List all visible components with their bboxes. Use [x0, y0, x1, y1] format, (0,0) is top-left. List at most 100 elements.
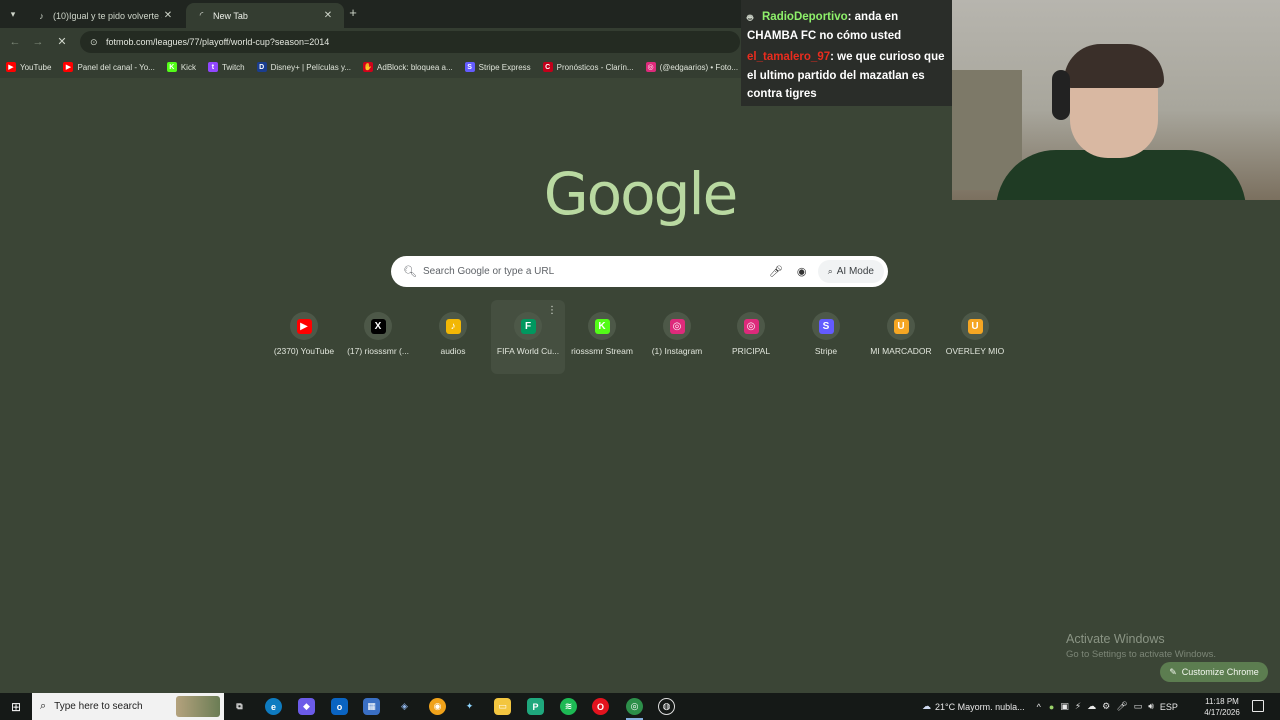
shortcut-label: PRICIPAL — [731, 346, 771, 356]
close-icon[interactable]: ✕ — [162, 10, 174, 21]
shortcut-tile[interactable]: F FIFA World Cu... ⋮ — [491, 300, 565, 374]
chat-username: el_tamalero_97 — [747, 51, 831, 63]
more-options-icon[interactable]: ⋮ — [547, 305, 557, 316]
activate-windows-watermark: Activate Windows Go to Settings to activ… — [1066, 632, 1216, 660]
shortcut-tile[interactable]: ▶ (2370) YouTube — [267, 300, 341, 374]
tab-tiktok[interactable]: ♪ (10)Igual y te pido volverte a m ✕ — [26, 3, 184, 28]
shortcut-tile[interactable]: ◎ (1) Instagram — [640, 300, 714, 374]
bookmark-label: Pronósticos - Clarín... — [556, 62, 634, 72]
shortcut-tile[interactable]: ♪ audios — [416, 300, 490, 374]
clock[interactable]: 11:18 PM 4/17/2026 — [1200, 696, 1244, 718]
shortcut-tile[interactable]: U OVERLEY MIO — [938, 300, 1012, 374]
network-icon[interactable]: ▭ — [1134, 701, 1143, 712]
tray-app-icon[interactable]: ⚙ — [1102, 701, 1110, 712]
shortcuts-grid: ▶ (2370) YouTube X (17) riosssmr (... ♪ audio… — [267, 300, 1017, 374]
volume-icon[interactable]: 🔊︎ — [1148, 701, 1154, 712]
bookmark-item[interactable]: t Twitch — [207, 62, 245, 72]
bookmark-item[interactable]: K Kick — [166, 62, 196, 72]
tray-app-icon[interactable]: ☁ — [1087, 701, 1096, 712]
customize-chrome-button[interactable]: ✎ Customize Chrome — [1160, 662, 1268, 682]
site-info-icon[interactable]: ⊙ — [90, 37, 100, 48]
edge-icon[interactable]: e — [265, 698, 282, 715]
tray-overflow-icon[interactable]: ^ — [1037, 702, 1041, 712]
shortcut-tile[interactable]: Kriosssmr Stream — [565, 300, 639, 374]
google-logo: Google — [543, 160, 739, 228]
shortcut-label: Stripe — [814, 346, 838, 356]
address-bar[interactable]: ⊙ fotmob.com/leagues/77/playoff/world-cu… — [80, 31, 740, 53]
chrome-icon[interactable]: ◎ — [626, 698, 643, 720]
shortcut-label: riosssmr Stream — [571, 346, 633, 356]
feather-app-icon[interactable]: ✦ — [461, 698, 478, 715]
webcam-overlay — [952, 0, 1280, 200]
tray-app-icon[interactable]: ⚡ — [1075, 701, 1081, 712]
obs-icon[interactable]: ◍ — [658, 698, 675, 715]
chrome-canary-icon[interactable]: ◉ — [429, 698, 446, 715]
weather-text[interactable]: 21°C Mayorm. nubla... — [935, 702, 1025, 712]
ai-mode-label: AI Mode — [836, 266, 874, 277]
back-icon[interactable]: ← — [8, 35, 22, 49]
taskbar-search[interactable]: ⌕ Type here to search — [32, 693, 224, 720]
windows-start-icon[interactable]: ⊞ — [0, 693, 32, 720]
bookmark-favicon-icon: ▶ — [6, 62, 16, 72]
notification-icon[interactable] — [1252, 700, 1264, 712]
shortcut-tile[interactable]: ◎ PRICIPAL — [714, 300, 788, 374]
google-lens-icon[interactable]: ◉ — [792, 265, 812, 278]
shortcut-tile[interactable]: X (17) riosssmr (... — [341, 300, 415, 374]
task-view-icon[interactable]: ⧉ — [231, 698, 248, 715]
pycharm-icon[interactable]: P — [527, 698, 544, 715]
app-icon[interactable]: ◈ — [396, 698, 413, 715]
bookmark-label: Twitch — [221, 62, 245, 72]
file-explorer-icon[interactable]: ▭ — [494, 698, 511, 715]
new-tab-button[interactable]: + — [346, 6, 360, 20]
spotify-icon[interactable]: ≋ — [560, 698, 577, 715]
ai-mode-button[interactable]: ⌕ AI Mode — [817, 260, 884, 283]
chat-message: el_tamalero_97: we que curioso que el ul… — [747, 48, 946, 104]
bookmark-label: AdBlock: bloquea a... — [377, 62, 453, 72]
search-input[interactable]: Search Google or type a URL — [423, 266, 766, 277]
chat-overlay: 🤖︎ RadioDeportivo: anda en CHAMBA FC no c… — [741, 0, 952, 106]
ai-search-icon: ⌕ — [827, 266, 833, 276]
bookmark-item[interactable]: ▶ YouTube — [6, 62, 51, 72]
tab-new-tab[interactable]: ◜ New Tab ✕ — [186, 3, 344, 28]
forward-icon[interactable]: → — [31, 35, 45, 49]
shortcut-favicon-icon: S — [818, 318, 834, 334]
bookmark-label: Panel del canal - Yo... — [77, 62, 155, 72]
weather-icon[interactable]: ☁ — [922, 701, 931, 712]
shortcut-favicon-icon: K — [594, 318, 610, 334]
shortcut-label: (17) riosssmr (... — [347, 346, 409, 356]
microphone-icon[interactable]: 🎤︎ — [766, 265, 786, 278]
close-icon[interactable]: ✕ — [322, 10, 334, 21]
shortcut-favicon-icon: U — [967, 318, 983, 334]
bookmark-favicon-icon: K — [166, 62, 177, 72]
bookmark-favicon-icon: t — [207, 62, 218, 72]
outlook-icon[interactable]: o — [331, 698, 348, 715]
tray-app-icon[interactable]: ● — [1049, 702, 1054, 712]
tray-app-icon[interactable]: ▣ — [1060, 701, 1069, 712]
tab-title: New Tab — [213, 10, 248, 21]
shortcut-tile[interactable]: S Stripe — [789, 300, 863, 374]
system-tray: ☁ 21°C Mayorm. nubla... ^ ● ▣ ⚡ ☁ ⚙ 🎤︎ ▭… — [922, 693, 1178, 720]
bookmark-item[interactable]: ✋ AdBlock: bloquea a... — [363, 62, 453, 72]
shortcut-favicon-icon: X — [370, 318, 386, 334]
store-icon[interactable]: ▦ — [363, 698, 380, 715]
opera-gx-icon[interactable]: O — [592, 698, 609, 715]
copilot-icon[interactable]: ◆ — [298, 698, 315, 715]
robot-badge-icon: 🤖︎ — [747, 13, 753, 24]
url-text: fotmob.com/leagues/77/playoff/world-cup?… — [106, 37, 330, 47]
bookmark-item[interactable]: C Pronósticos - Clarín... — [542, 62, 634, 72]
bookmark-item[interactable]: ◎ (@edgaarios) • Foto... — [645, 62, 738, 72]
shortcut-tile[interactable]: U MI MARCADOR — [864, 300, 938, 374]
bookmark-item[interactable]: S Stripe Express — [464, 62, 531, 72]
chat-username: RadioDeportivo — [762, 11, 848, 23]
chat-message: 🤖︎ RadioDeportivo: anda en CHAMBA FC no c… — [747, 8, 946, 45]
language-indicator[interactable]: ESP — [1160, 702, 1178, 712]
microphone-icon[interactable]: 🎤︎ — [1116, 701, 1127, 712]
taskbar-search-input[interactable]: Type here to search — [54, 701, 142, 712]
tab-search-button[interactable]: ▾ — [4, 5, 22, 23]
shortcut-label: (2370) YouTube — [273, 346, 335, 356]
bookmark-item[interactable]: ▶ Panel del canal - Yo... — [63, 62, 155, 72]
search-box[interactable]: 🔍︎ Search Google or type a URL 🎤︎ ◉ ⌕ AI… — [391, 256, 888, 287]
stop-loading-icon[interactable]: ✕ — [55, 35, 69, 49]
search-icon: ⌕ — [40, 700, 47, 712]
bookmark-item[interactable]: D Disney+ | Películas y... — [256, 62, 351, 72]
